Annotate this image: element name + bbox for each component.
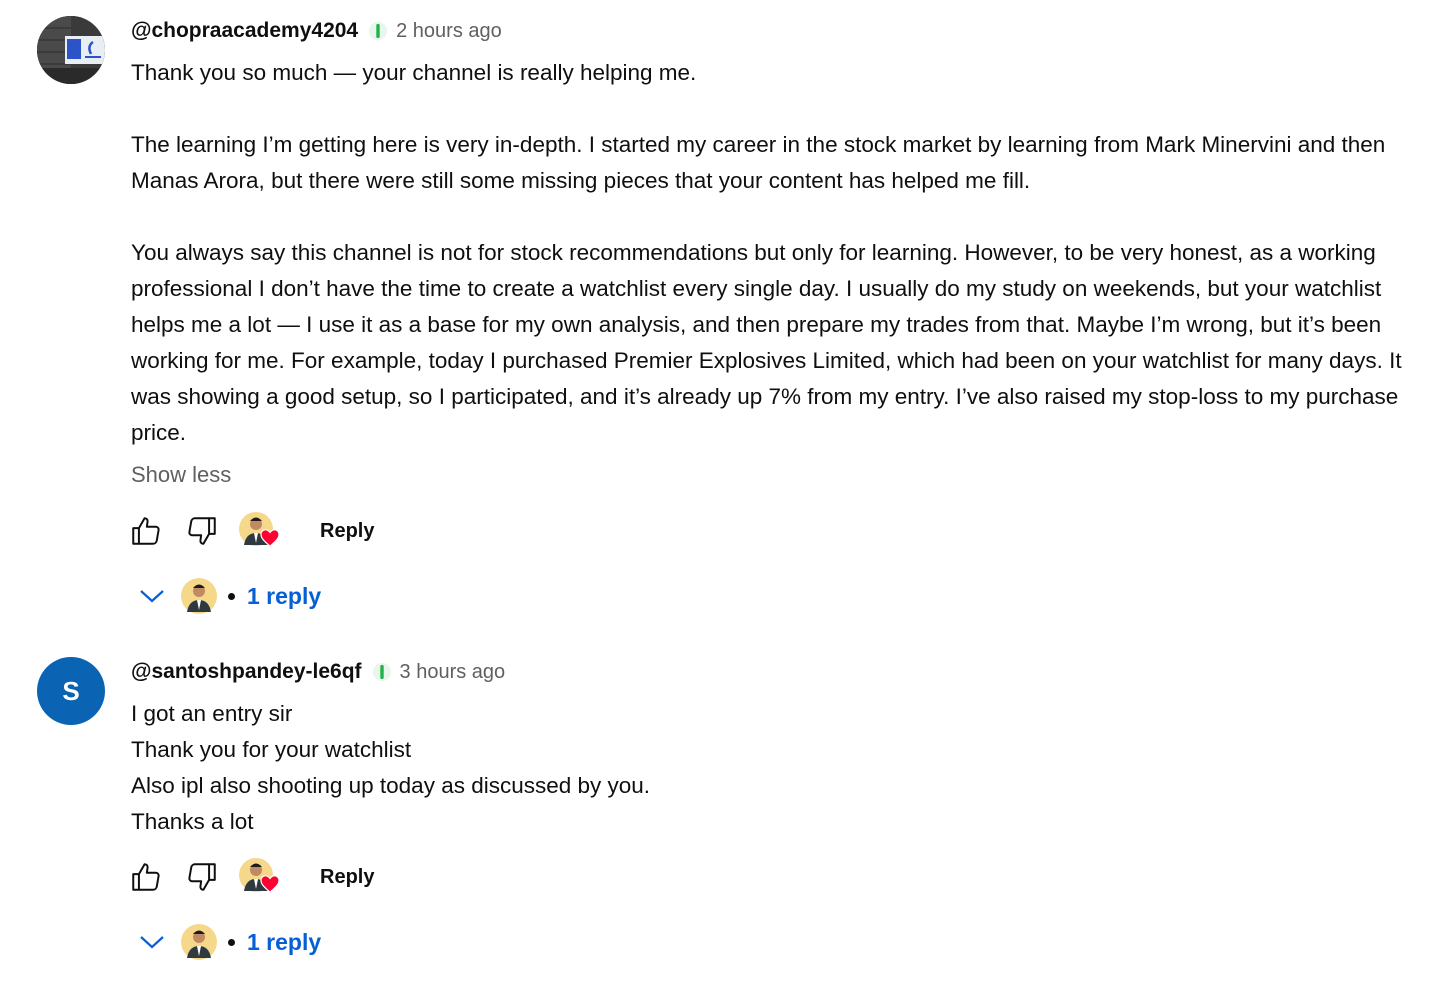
comment-paragraph: Thank you so much — your channel is real…	[131, 60, 697, 85]
comment-line: I got an entry sir	[131, 701, 293, 726]
comment-header: @chopraacademy4204 2 hours ago	[131, 16, 502, 46]
comment-timestamp[interactable]: 2 hours ago	[396, 20, 502, 43]
chevron-down-icon	[138, 928, 166, 956]
dislike-button[interactable]	[184, 859, 220, 895]
replies-count[interactable]: 1 reply	[247, 583, 321, 610]
thumbs-down-icon	[188, 863, 216, 891]
membership-badge-icon	[372, 661, 392, 683]
thumbs-up-icon	[132, 517, 160, 545]
comment-line: Also ipl also shooting up today as discu…	[131, 773, 651, 798]
view-replies-button[interactable]: 1 reply	[138, 922, 321, 962]
comment-line: Thank you for your watchlist	[131, 737, 412, 762]
avatar-letter: S	[62, 675, 80, 706]
comment-paragraph: You always say this channel is not for s…	[131, 240, 1402, 445]
thumbs-down-icon	[188, 517, 216, 545]
view-replies-button[interactable]: 1 reply	[138, 576, 321, 616]
replies-count[interactable]: 1 reply	[247, 929, 321, 956]
heart-icon	[260, 875, 280, 893]
comment-text: I got an entry sir Thank you for your wa…	[131, 696, 1411, 840]
comment-actions: Reply	[128, 857, 374, 897]
comment-line: Thanks a lot	[131, 809, 254, 834]
show-less-button[interactable]: Show less	[131, 462, 231, 488]
thumbs-up-icon	[132, 863, 160, 891]
reply-button[interactable]: Reply	[320, 520, 374, 543]
dislike-button[interactable]	[184, 513, 220, 549]
comment-actions: Reply	[128, 511, 374, 551]
creator-heart	[238, 857, 282, 897]
comment-timestamp[interactable]: 3 hours ago	[400, 661, 506, 684]
author-avatar[interactable]: S	[37, 657, 105, 725]
comment-header: @santoshpandey-le6qf 3 hours ago	[131, 657, 505, 687]
author-name[interactable]: @chopraacademy4204	[131, 19, 358, 43]
creator-avatar	[180, 923, 218, 961]
avatar-image	[37, 16, 105, 84]
membership-badge-icon	[368, 20, 388, 42]
like-button[interactable]	[128, 859, 164, 895]
comment-thread: @chopraacademy4204 2 hours ago Thank you…	[0, 0, 1430, 640]
chevron-down-icon	[138, 582, 166, 610]
separator-dot	[228, 592, 235, 600]
comment-text: Thank you so much — your channel is real…	[131, 55, 1411, 451]
comment-paragraph: The learning I’m getting here is very in…	[131, 132, 1386, 193]
reply-button[interactable]: Reply	[320, 866, 374, 889]
comment-thread: S @santoshpandey-le6qf 3 hours ago I got…	[0, 640, 1430, 990]
creator-avatar	[180, 577, 218, 615]
author-name[interactable]: @santoshpandey-le6qf	[131, 660, 362, 684]
like-button[interactable]	[128, 513, 164, 549]
creator-heart	[238, 511, 282, 551]
author-avatar[interactable]	[37, 16, 105, 84]
heart-icon	[260, 529, 280, 547]
separator-dot	[228, 938, 235, 946]
